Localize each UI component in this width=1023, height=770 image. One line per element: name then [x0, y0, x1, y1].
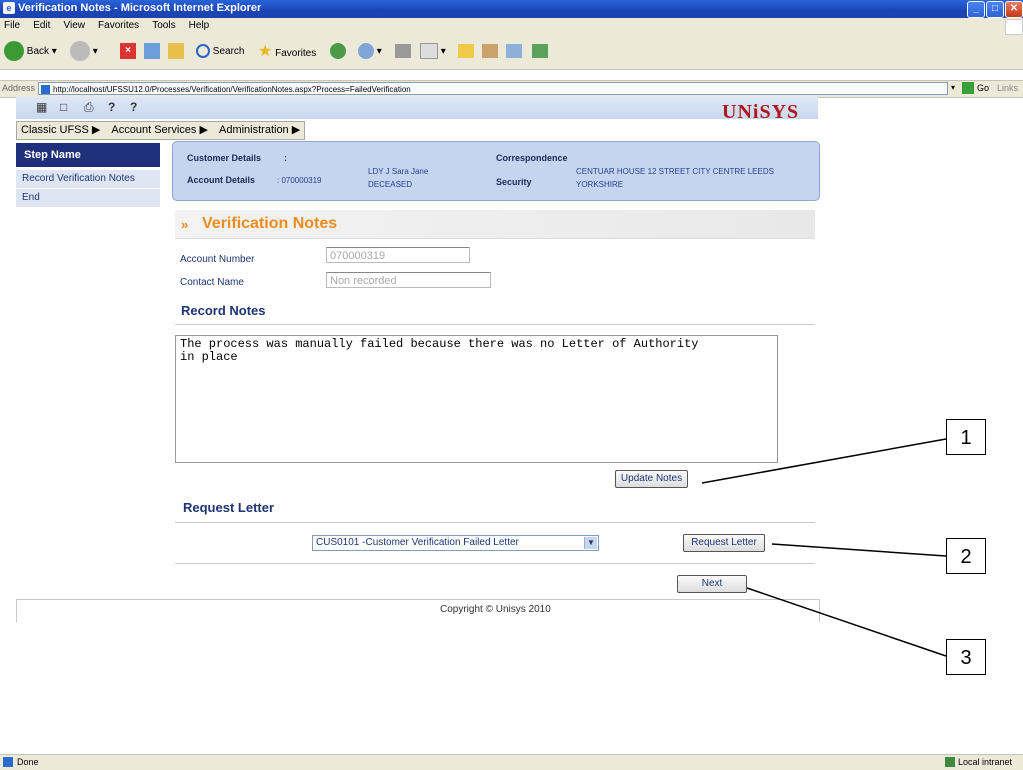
- callout-line-1: [701, 438, 947, 484]
- callout-2: 2: [946, 538, 986, 574]
- callout-line-2: [771, 543, 947, 557]
- intranet-icon: [945, 757, 955, 767]
- callout-1: 1: [946, 419, 986, 455]
- callout-lines: [701, 438, 947, 657]
- zone-text: Local intranet: [958, 757, 1013, 767]
- status-bar: Done Local intranet: [0, 754, 1023, 770]
- status-text: Done: [17, 757, 39, 767]
- callout-line-3: [746, 587, 947, 657]
- callout-3: 3: [946, 639, 986, 675]
- page-done-icon: [3, 757, 13, 767]
